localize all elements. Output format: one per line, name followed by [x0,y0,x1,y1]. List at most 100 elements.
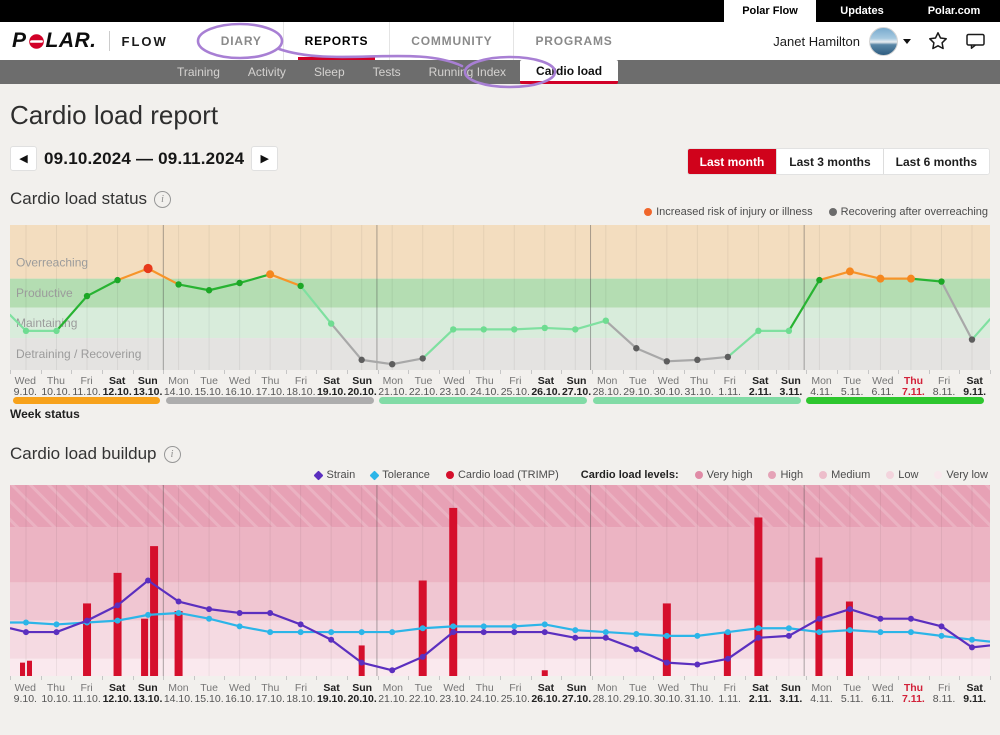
axis-tick [715,676,746,680]
site-tab-polar-com[interactable]: Polar.com [908,0,1000,22]
subnav-item-tests[interactable]: Tests [359,60,415,84]
range-last-month-button[interactable]: Last month [688,149,777,174]
user-menu-caret-icon[interactable] [903,39,911,44]
axis-day-label: Thu17.10. [255,681,286,704]
axis-day-label: Wed6.11. [868,374,899,397]
axis-day-label: Sat19.10. [316,681,347,704]
strain-marker-icon [314,470,324,480]
nav-item-diary[interactable]: DIARY [200,22,283,60]
nav-item-reports[interactable]: REPORTS [283,22,390,60]
axis-day-label: Wed16.10. [224,374,255,397]
axis-day-label: Thu31.10. [684,681,715,704]
axis-day-label: Sun3.11. [776,681,807,704]
axis-tick [746,676,777,680]
user-avatar[interactable] [869,27,898,56]
week-status-bar [593,397,801,404]
date-range-text: 09.10.2024 — 09.11.2024 [44,149,244,169]
tolerance-label: Tolerance [382,469,430,481]
medium-dot-icon [819,471,827,479]
axis-day-label: Fri8.11. [929,374,960,397]
axis-tick [501,676,532,680]
axis-tick [317,676,348,680]
axis-day-label: Mon4.11. [806,681,837,704]
status-legend: Increased risk of injury or illness Reco… [634,206,988,218]
subnav-item-activity[interactable]: Activity [234,60,300,84]
nav-item-community[interactable]: COMMUNITY [389,22,513,60]
subnav-item-running-index[interactable]: Running Index [415,60,520,84]
status-section-heading: Cardio load status i [10,189,171,209]
status-heading-text: Cardio load status [10,189,147,209]
user-name[interactable]: Janet Hamilton [773,34,860,49]
site-tab-updates[interactable]: Updates [816,0,908,22]
axis-tick [72,676,103,680]
trimp-dot-icon [446,471,454,479]
legend-level-low: Low [886,469,918,481]
axis-day-label: Mon14.10. [163,681,194,704]
legend-risk: Increased risk of injury or illness [644,206,813,218]
cardio-load-buildup-chart[interactable] [10,485,990,676]
main-navbar: P LAR. FLOW DIARY REPORTS COMMUNITY PROG… [0,22,1000,60]
axis-day-label: Thu31.10. [684,374,715,397]
week-status-bar [166,397,374,404]
axis-day-label: Sat12.10. [102,681,133,704]
nav-item-programs[interactable]: PROGRAMS [513,22,633,60]
axis-day-label: Sun27.10. [561,681,592,704]
top-site-bar: Polar Flow Updates Polar.com [0,0,1000,22]
high-dot-icon [768,471,776,479]
levels-label: Cardio load levels: [581,469,679,481]
axis-day-label: Sun27.10. [561,374,592,397]
axis-day-label: Sat9.11. [959,374,990,397]
subnav-item-cardio-load[interactable]: Cardio load [520,60,618,84]
axis-day-label: Sat9.11. [959,681,990,704]
polar-logo-o-icon [28,33,45,50]
axis-day-label: Wed30.10. [653,681,684,704]
legend-level-high: High [768,469,803,481]
axis-day-label: Wed9.10. [10,681,41,704]
feedback-chat-icon[interactable] [965,31,986,51]
status-info-icon[interactable]: i [154,191,171,208]
favorites-star-icon[interactable] [928,31,948,51]
range-last-3-months-button[interactable]: Last 3 months [776,149,882,174]
legend-trimp: Cardio load (TRIMP) [446,469,559,481]
buildup-info-icon[interactable]: i [164,446,181,463]
very-low-dot-icon [934,471,942,479]
axis-tick [562,676,593,680]
range-last-6-months-button[interactable]: Last 6 months [883,149,989,174]
week-status-bar [806,397,984,404]
axis-day-label: Thu17.10. [255,374,286,397]
polar-logo[interactable]: P LAR. [12,29,97,53]
axis-tick [42,676,73,680]
axis-day-label: Fri11.10. [71,374,102,397]
subnav-item-sleep[interactable]: Sleep [300,60,359,84]
svg-text:Productive: Productive [16,286,73,300]
logo-letter-p: P [12,29,27,53]
logo-divider [109,31,110,51]
range-button-group: Last month Last 3 months Last 6 months [687,148,990,175]
cardio-load-status-chart[interactable]: OverreachingProductiveMaintainingDetrain… [10,225,990,370]
next-period-button[interactable]: ▶ [251,146,278,171]
tolerance-marker-icon [370,470,380,480]
strain-label: Strain [326,469,355,481]
axis-day-label: Fri8.11. [929,681,960,704]
axis-tick [470,676,501,680]
axis-day-label: Wed23.10. [439,681,470,704]
axis-day-label: Thu10.10. [41,374,72,397]
recovering-label: Recovering after overreaching [841,206,988,218]
axis-tick [777,676,808,680]
main-nav-items: DIARY REPORTS COMMUNITY PROGRAMS [200,22,634,60]
axis-tick [11,676,42,680]
very-low-label: Very low [946,469,988,481]
recovering-dot-icon [829,208,837,216]
axis-day-label: Sat2.11. [745,374,776,397]
prev-period-button[interactable]: ◀ [10,146,37,171]
very-high-label: Very high [707,469,753,481]
axis-day-label: Tue15.10. [194,681,225,704]
legend-tolerance: Tolerance [371,469,430,481]
axis-day-label: Sat26.10. [531,374,562,397]
axis-day-label: Tue29.10. [623,374,654,397]
axis-day-label: Thu7.11. [898,681,929,704]
subnav-item-training[interactable]: Training [163,60,234,84]
site-tab-polar-flow[interactable]: Polar Flow [724,0,816,22]
svg-text:Overreaching: Overreaching [16,256,88,270]
axis-day-label: Tue5.11. [837,681,868,704]
